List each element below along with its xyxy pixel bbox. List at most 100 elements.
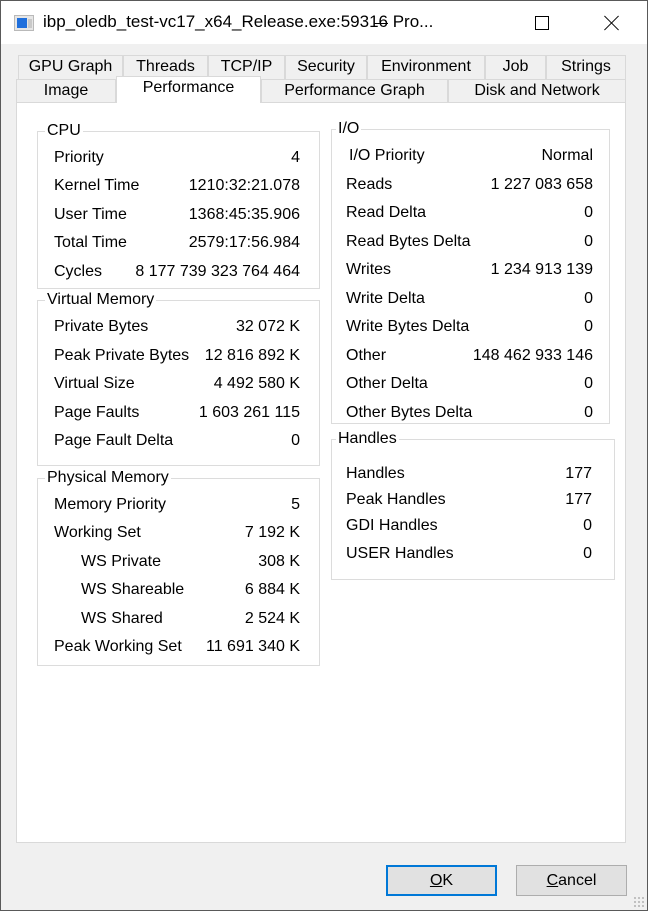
row-value: ‪148 462 933 146‬ [472, 347, 593, 364]
row-label: User Time [54, 206, 127, 223]
cpu-row-user-time: User Time ‪1368:45:35.906‬ [38, 204, 319, 226]
row-value: ‪8 177 739 323 764 464‬ [135, 263, 300, 280]
io-row-read-bytes-delta: Read Bytes Delta ‪0‬ [332, 231, 609, 253]
row-label: Page Faults [54, 404, 140, 421]
io-row-read-delta: Read Delta ‪0‬ [332, 202, 609, 224]
cpu-row-priority: Priority ‪4‬ [38, 147, 319, 169]
row-value: ‪1 227 083 658‬ [490, 176, 593, 193]
pm-row-peak-working-set: Peak Working Set ‪11 691 340 K‬ [38, 636, 319, 658]
io-group: I/O I/O Priority ‪Normal‬ Reads ‪1 227 0… [331, 119, 610, 424]
io-row-writes: Writes ‪1 234 913 139‬ [332, 259, 609, 281]
row-value: ‪1 234 913 139‬ [490, 261, 593, 278]
row-label: Write Bytes Delta [346, 318, 470, 335]
handles-row-handles: Handles ‪177‬ [332, 463, 614, 485]
row-value: ‪177‬ [565, 465, 592, 482]
row-label: Memory Priority [54, 496, 167, 513]
process-properties-window: ibp_oledb_test-vc17_x64_Release.exe:5931… [0, 0, 648, 911]
pm-row-memory-priority: Memory Priority ‪5‬ [38, 494, 319, 516]
row-value: ‪32 072 K‬ [235, 318, 300, 335]
tab-environment[interactable]: Environment [367, 55, 485, 79]
row-label: Working Set [54, 524, 141, 541]
virtual-memory-group: Virtual Memory Private Bytes ‪32 072 K‬ … [37, 290, 320, 466]
title-bar[interactable]: ibp_oledb_test-vc17_x64_Release.exe:5931… [1, 0, 647, 44]
handles-row-peak-handles: Peak Handles ‪177‬ [332, 489, 614, 511]
row-label: Page Fault Delta [54, 432, 174, 449]
row-label: Handles [346, 465, 405, 482]
row-value: ‪0‬ [584, 318, 593, 335]
cpu-row-kernel-time: Kernel Time ‪1210:32:21.078‬ [38, 175, 319, 197]
tab-performance-graph[interactable]: Performance Graph [261, 79, 448, 103]
maximize-icon [535, 16, 549, 30]
ok-label-rest: K [442, 872, 454, 889]
row-value: ‪2579:17:56.984‬ [188, 234, 300, 251]
cpu-group-title: CPU [45, 121, 83, 141]
minimize-button[interactable] [358, 1, 404, 45]
pm-row-ws-shareable: WS Shareable ‪6 884 K‬ [38, 579, 319, 601]
tab-job[interactable]: Job [485, 55, 546, 79]
io-row-write-delta: Write Delta ‪0‬ [332, 288, 609, 310]
tab-image[interactable]: Image [16, 79, 116, 103]
tab-disk-and-network[interactable]: Disk and Network [448, 79, 626, 103]
handles-row-gdi-handles: GDI Handles ‪0‬ [332, 515, 614, 537]
row-value: ‪11 691 340 K‬ [205, 638, 300, 655]
resize-grip-icon[interactable] [633, 896, 644, 907]
tab-security[interactable]: Security [285, 55, 367, 79]
tab-strings[interactable]: Strings [546, 55, 626, 79]
row-value: ‪0‬ [584, 375, 593, 392]
row-label: Virtual Size [54, 375, 135, 392]
cancel-button[interactable]: Cancel [516, 865, 627, 896]
row-label: Private Bytes [54, 318, 149, 335]
row-label: Reads [346, 176, 393, 193]
physical-memory-group-title: Physical Memory [45, 468, 171, 488]
pm-row-ws-shared: WS Shared ‪2 524 K‬ [38, 608, 319, 630]
maximize-button[interactable] [519, 1, 565, 45]
physical-memory-group: Physical Memory Memory Priority ‪5‬ Work… [37, 468, 320, 666]
io-row-reads: Reads ‪1 227 083 658‬ [332, 174, 609, 196]
row-value: ‪0‬ [584, 404, 593, 421]
close-icon [604, 15, 620, 31]
row-value: ‪1210:32:21.078‬ [188, 177, 300, 194]
row-label: Peak Working Set [54, 638, 182, 655]
app-window-icon [14, 15, 34, 31]
virtual-memory-group-title: Virtual Memory [45, 290, 157, 310]
vm-row-private-bytes: Private Bytes ‪32 072 K‬ [38, 316, 319, 338]
row-value: ‪0‬ [583, 517, 592, 534]
row-label: Read Delta [346, 204, 427, 221]
row-value: ‪1368:45:35.906‬ [188, 206, 300, 223]
tab-gpu-graph[interactable]: GPU Graph [18, 55, 123, 79]
ok-button[interactable]: OK [386, 865, 497, 896]
row-label: Other Delta [346, 375, 428, 392]
cpu-row-total-time: Total Time ‪2579:17:56.984‬ [38, 232, 319, 254]
row-value: ‪0‬ [583, 545, 592, 562]
handles-group: Handles Handles ‪177‬ Peak Handles ‪177‬… [331, 429, 615, 580]
row-value: ‪0‬ [291, 432, 300, 449]
vm-row-peak-private-bytes: Peak Private Bytes ‪12 816 892 K‬ [38, 345, 319, 367]
row-value: ‪7 192 K‬ [244, 524, 300, 541]
tab-performance[interactable]: Performance [116, 76, 261, 103]
row-value: ‪4 492 580 K‬ [213, 375, 300, 392]
handles-group-title: Handles [336, 429, 399, 449]
close-button[interactable] [589, 1, 635, 45]
row-value: ‪12 816 892 K‬ [204, 347, 300, 364]
pm-row-ws-private: WS Private ‪308 K‬ [38, 551, 319, 573]
cpu-group: CPU Priority ‪4‬ Kernel Time ‪1210:32:21… [37, 121, 320, 289]
row-label: WS Shared [81, 610, 163, 627]
pm-row-working-set: Working Set ‪7 192 K‬ [38, 522, 319, 544]
row-value: ‪2 524 K‬ [244, 610, 300, 627]
row-value: ‪5‬ [291, 496, 300, 513]
row-label: Read Bytes Delta [346, 233, 471, 250]
row-label: Peak Handles [346, 491, 446, 508]
row-label: GDI Handles [346, 517, 438, 534]
row-label: Cycles [54, 263, 103, 280]
row-label: Total Time [54, 234, 127, 251]
minimize-icon [374, 22, 388, 24]
cancel-label-rest: ancel [558, 872, 597, 889]
row-value: ‪1 603 261 115‬ [198, 404, 300, 421]
row-value: ‪4‬ [291, 149, 300, 166]
cancel-mnemonic: C [546, 872, 559, 889]
handles-row-user-handles: USER Handles ‪0‬ [332, 543, 614, 565]
row-label: USER Handles [346, 545, 454, 562]
vm-row-virtual-size: Virtual Size ‪4 492 580 K‬ [38, 373, 319, 395]
row-value: ‪0‬ [584, 233, 593, 250]
performance-panel: CPU Priority ‪4‬ Kernel Time ‪1210:32:21… [16, 102, 626, 843]
